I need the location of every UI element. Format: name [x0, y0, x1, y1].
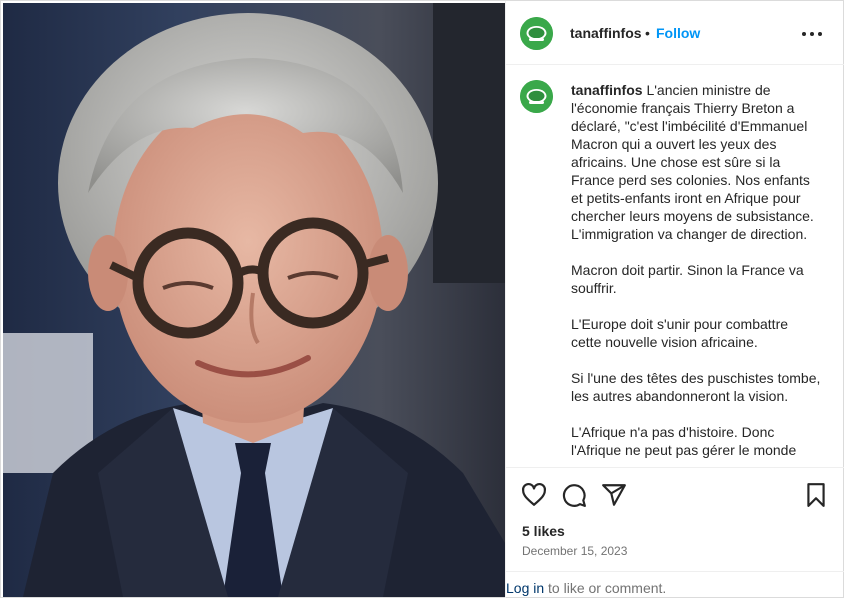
- caption-text: L'ancien ministre de l'économie français…: [571, 82, 818, 242]
- post-header: tanaffinfos • Follow: [506, 1, 844, 65]
- action-bar: [506, 469, 844, 517]
- dot: [810, 32, 814, 36]
- post-username[interactable]: tanaffinfos: [570, 25, 642, 41]
- caption-username[interactable]: tanaffinfos: [571, 82, 643, 98]
- login-prompt-text: Log in to like or comment.: [506, 580, 666, 596]
- user-avatar[interactable]: [520, 17, 553, 50]
- dot: [802, 32, 806, 36]
- caption-paragraph: Si l'une des têtes des puschistes tombe,…: [571, 370, 825, 404]
- bookmark-icon[interactable]: [803, 482, 829, 508]
- post-caption: tanaffinfos L'ancien ministre de l'écono…: [571, 81, 825, 467]
- login-prompt: Log in to like or comment.: [506, 571, 844, 598]
- dot: [818, 32, 822, 36]
- caption-paragraph: Macron doit partir. Sinon la France va s…: [571, 262, 808, 296]
- post-sidebar: tanaffinfos • Follow tanaffinfos L'ancie…: [505, 1, 844, 598]
- caption-paragraph: L'Europe doit s'unir pour combattre cett…: [571, 316, 792, 350]
- login-suffix: to like or comment.: [544, 580, 667, 596]
- comment-icon[interactable]: [561, 482, 587, 508]
- caption-avatar[interactable]: [520, 80, 553, 113]
- more-options-icon[interactable]: [801, 25, 823, 41]
- caption-scroll-area[interactable]: tanaffinfos L'ancien ministre de l'écono…: [506, 66, 844, 468]
- post-date[interactable]: December 15, 2023: [522, 544, 627, 558]
- instagram-post: tanaffinfos • Follow tanaffinfos L'ancie…: [0, 0, 844, 598]
- heart-icon[interactable]: [521, 482, 547, 508]
- separator-dot: •: [645, 25, 650, 41]
- portrait-illustration: [3, 3, 505, 597]
- follow-button[interactable]: Follow: [656, 25, 700, 41]
- caption-paragraph: tanaffinfos L'ancien ministre de l'écono…: [571, 81, 821, 243]
- likes-count[interactable]: 5 likes: [522, 523, 565, 539]
- login-link[interactable]: Log in: [506, 580, 544, 596]
- caption-paragraph: L'Afrique n'a pas d'histoire. Donc l'Afr…: [571, 424, 797, 458]
- globe-logo-icon: [520, 80, 553, 113]
- post-image[interactable]: [3, 3, 505, 597]
- share-icon[interactable]: [601, 482, 627, 508]
- globe-logo-icon: [520, 17, 553, 50]
